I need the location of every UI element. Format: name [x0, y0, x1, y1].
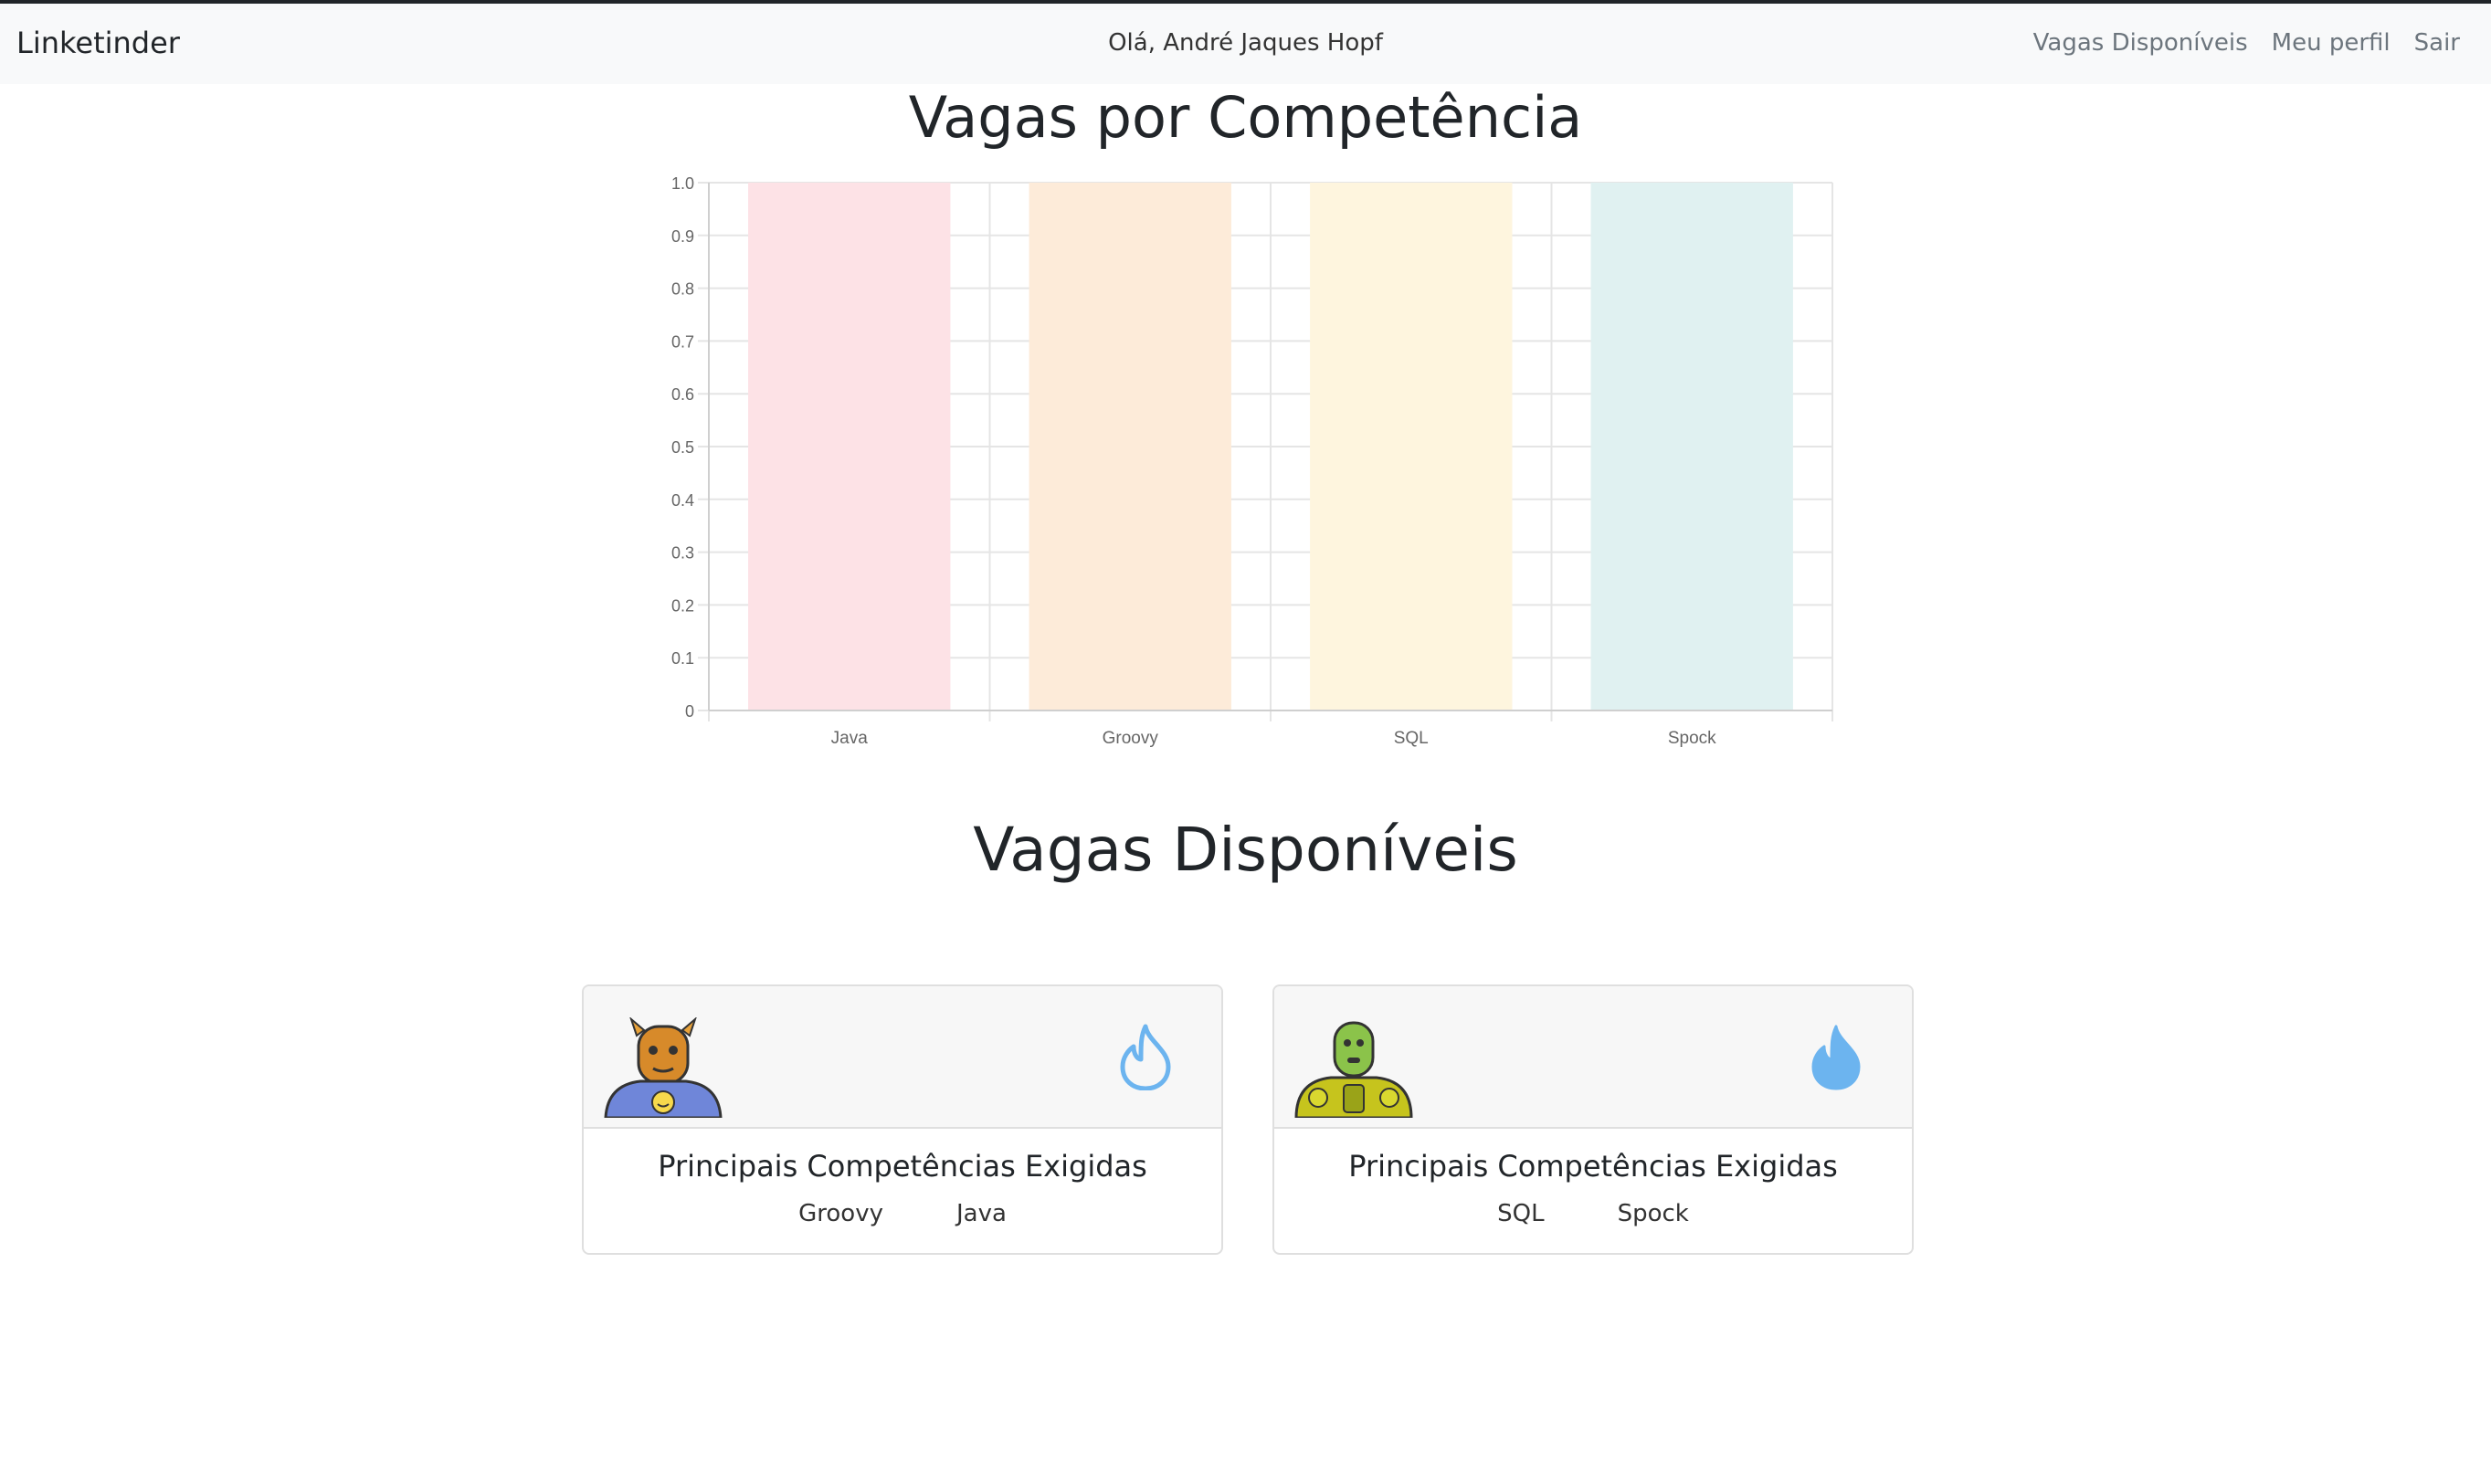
skill-tag: Groovy [798, 1200, 883, 1227]
job-card-header [584, 986, 1221, 1129]
y-tick-label: 0.2 [671, 596, 694, 615]
y-tick-label: 0.1 [671, 649, 694, 668]
robot-avatar-icon [1294, 1021, 1413, 1118]
bar-groovy [1029, 183, 1231, 710]
nav-link-perfil[interactable]: Meu perfil [2272, 29, 2391, 57]
robot-avatar-icon [604, 1017, 723, 1118]
y-tick-label: 1.0 [671, 174, 694, 193]
card-heading: Principais Competências Exigidas [1348, 1149, 1838, 1184]
bar-sql [1310, 183, 1513, 710]
bar-spock [1590, 183, 1793, 710]
flame-outline-icon[interactable] [1117, 1023, 1174, 1090]
skills-bar-chart: 0 0.1 0.2 0.3 0.4 0.5 0.6 0.7 0.8 0.9 1.0 Java Groov… [671, 174, 1833, 748]
x-tick-label: Groovy [1103, 729, 1159, 748]
skill-tag: Spock [1617, 1200, 1689, 1227]
skill-tag: SQL [1497, 1200, 1545, 1227]
y-tick-label: 0.7 [671, 332, 694, 351]
job-card[interactable]: Principais Competências Exigidas SQL Spo… [1272, 984, 1914, 1255]
chart-section-title: Vagas por Competência [908, 84, 1583, 151]
skill-tag: Java [955, 1200, 1007, 1227]
job-card[interactable]: Principais Competências Exigidas Groovy … [582, 984, 1223, 1255]
x-tick-label: SQL [1394, 729, 1429, 748]
skill-list: Groovy Java [584, 1200, 1221, 1227]
nav-links: Vagas Disponíveis Meu perfil Sair [2033, 29, 2460, 57]
navbar: Linketinder Olá, André Jaques Hopf Vagas… [0, 4, 2491, 84]
y-tick-label: 0.6 [671, 385, 694, 404]
bar-java [748, 183, 951, 710]
job-card-header [1274, 986, 1912, 1129]
x-tick-label: Spock [1668, 729, 1716, 748]
y-tick-label: 0.4 [671, 491, 694, 510]
y-tick-label: 0.3 [671, 544, 694, 563]
nav-link-vagas[interactable]: Vagas Disponíveis [2033, 29, 2248, 57]
nav-link-sair[interactable]: Sair [2414, 29, 2460, 57]
y-tick-label: 0.5 [671, 438, 694, 457]
y-tick-label: 0 [685, 702, 694, 721]
skill-list: SQL Spock [1274, 1200, 1912, 1227]
card-heading: Principais Competências Exigidas [658, 1149, 1147, 1184]
y-tick-label: 0.8 [671, 280, 694, 299]
y-tick-label: 0.9 [671, 227, 694, 246]
flame-filled-icon[interactable] [1808, 1023, 1864, 1090]
x-tick-label: Java [831, 729, 869, 748]
jobs-section-title: Vagas Disponíveis [973, 815, 1518, 885]
